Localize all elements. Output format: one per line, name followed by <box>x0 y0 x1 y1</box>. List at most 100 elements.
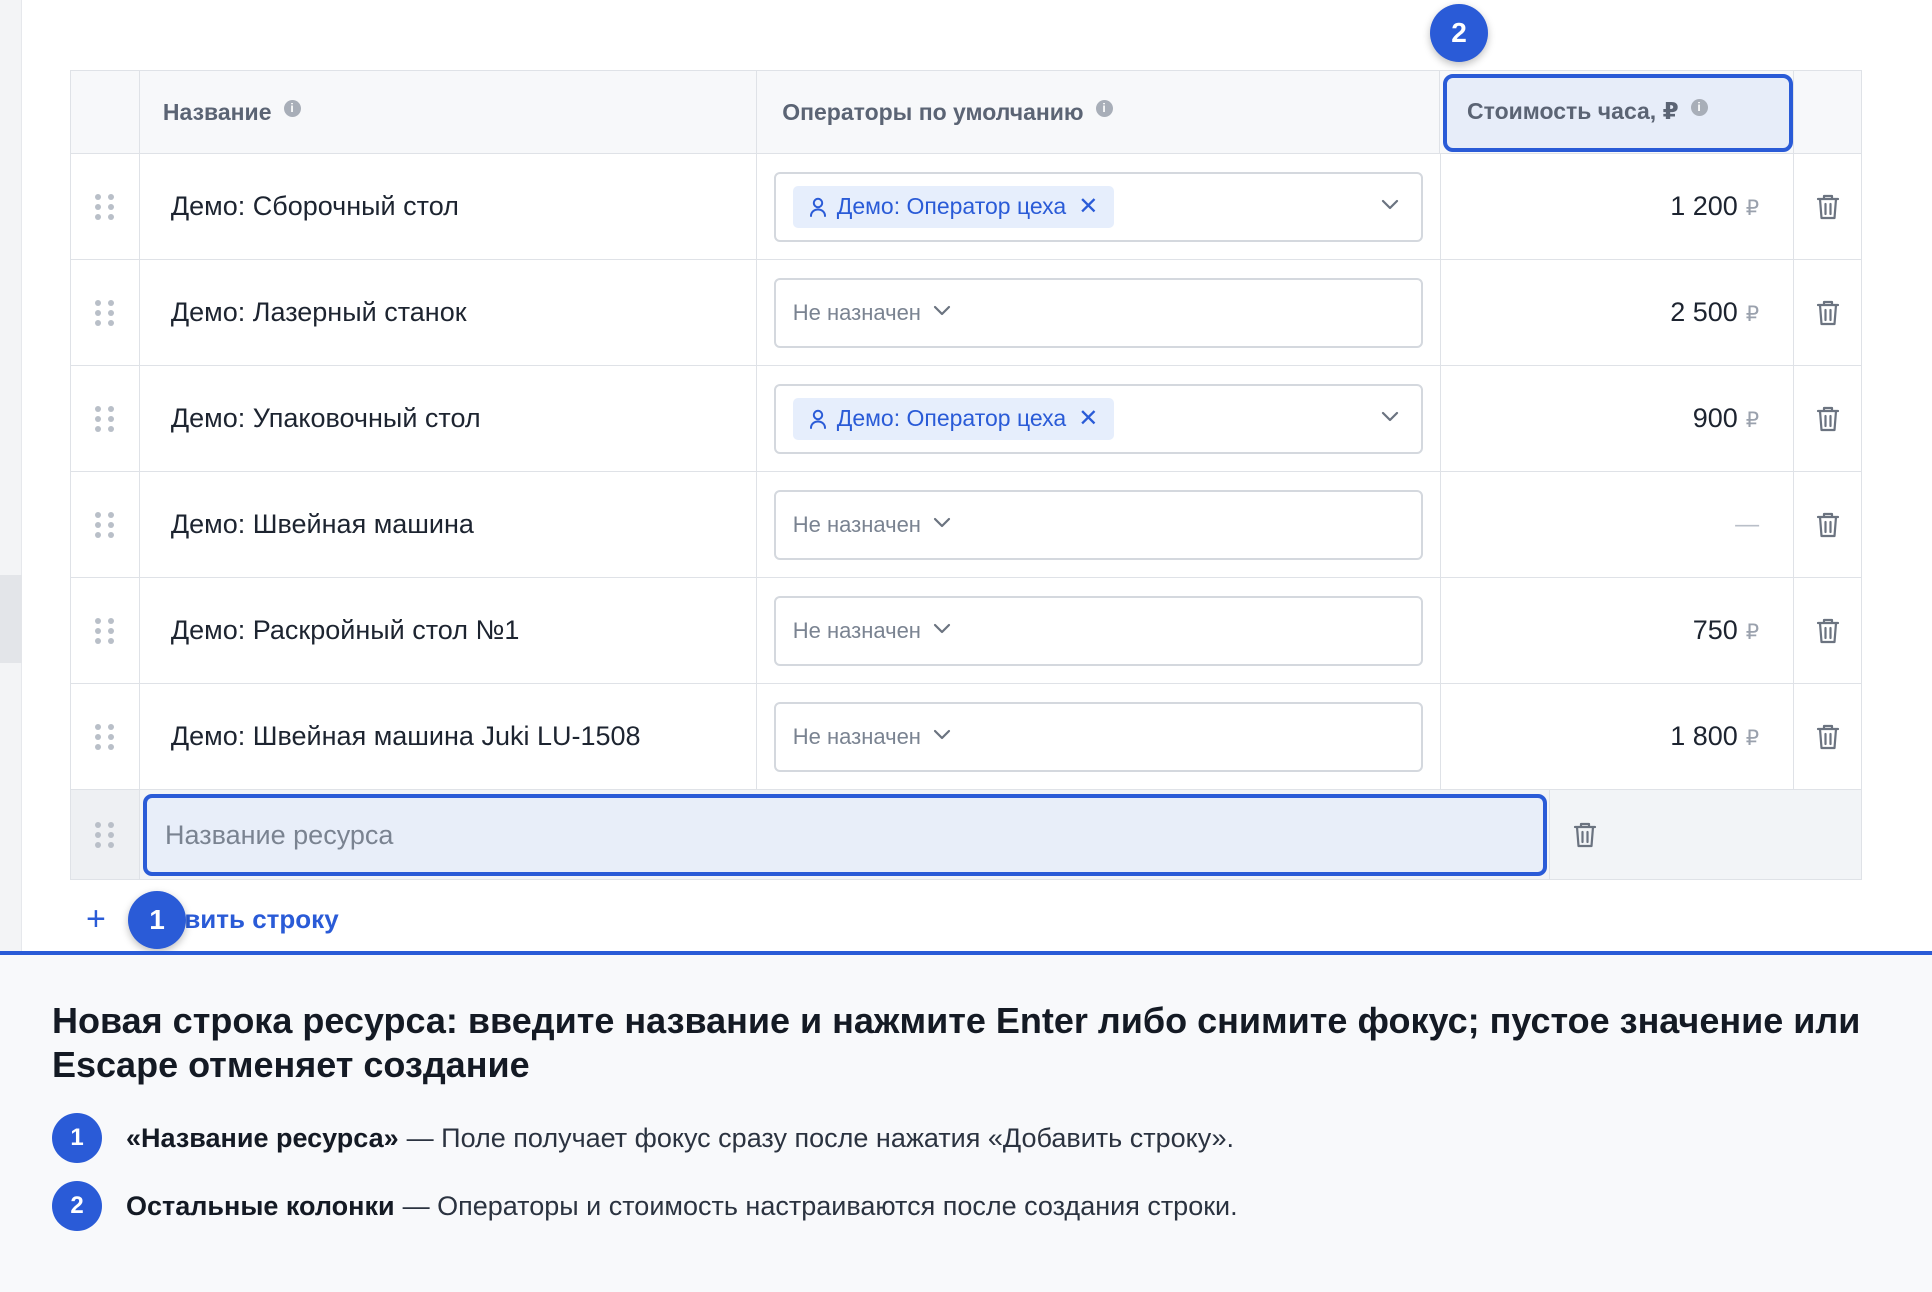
close-icon[interactable]: ✕ <box>1078 404 1098 433</box>
cost-value[interactable]: 1 800 ₽ <box>1670 721 1759 752</box>
select-caret[interactable] <box>1381 198 1399 216</box>
drag-handle[interactable] <box>71 790 140 879</box>
info-icon[interactable]: i <box>1095 99 1113 117</box>
add-row-label: авить строку <box>169 904 339 934</box>
drag-handle[interactable] <box>71 260 140 365</box>
operator-placeholder: Не назначен <box>792 511 921 537</box>
scroll-marker <box>0 575 22 663</box>
operator-select[interactable]: Демо: Оператор цеха ✕ <box>773 383 1423 454</box>
drag-handle-icon <box>95 821 115 848</box>
add-row-button[interactable]: + авить строку <box>86 900 339 939</box>
new-name-field[interactable] <box>143 794 1547 876</box>
cost-cell[interactable]: 1 800 ₽ <box>1441 684 1795 789</box>
cost-value[interactable]: 1 200 ₽ <box>1670 191 1759 222</box>
header-operators-label: Операторы по умолчанию <box>782 98 1084 125</box>
hint-note: 2 Остальные колонки — Операторы и стоимо… <box>52 1181 1238 1231</box>
header-operators: Операторы по умолчанию i <box>757 71 1441 153</box>
drag-handle[interactable] <box>71 366 140 471</box>
name-cell[interactable]: Демо: Лазерный станок <box>140 260 757 365</box>
cost-amount: 750 <box>1692 615 1738 645</box>
operator-select[interactable]: Демо: Оператор цеха ✕ <box>773 171 1423 242</box>
drag-handle[interactable] <box>71 472 140 577</box>
resource-name: Демо: Раскройный стол №1 <box>170 615 520 645</box>
currency-sign: ₽ <box>1745 727 1760 750</box>
delete-button[interactable] <box>1794 154 1861 259</box>
cost-value[interactable]: 750 ₽ <box>1693 615 1759 646</box>
cost-cell[interactable]: 2 500 ₽ <box>1441 260 1795 365</box>
table-row: Демо: Упаковочный стол Демо: Оператор цех… <box>71 366 1861 472</box>
table-row: Демо: Лазерный станок Не назначен 2 500 ₽ <box>71 260 1861 366</box>
name-cell[interactable]: Демо: Раскройный стол №1 <box>140 578 757 683</box>
cost-amount: 2 500 <box>1670 297 1738 327</box>
info-icon[interactable]: i <box>1690 99 1708 116</box>
name-cell[interactable]: Демо: Швейная машина Juki LU-1508 <box>140 684 757 789</box>
drag-handle-icon <box>94 511 115 538</box>
operator-chip: Демо: Оператор цеха ✕ <box>792 397 1115 440</box>
operators-cell: Демо: Оператор цеха ✕ <box>757 366 1441 471</box>
operators-cell: Демо: Оператор цеха ✕ <box>757 154 1441 259</box>
operator-select[interactable]: Не назначен <box>773 277 1423 348</box>
trash-icon <box>1816 300 1839 325</box>
note-term: «Название ресурса» <box>126 1122 399 1153</box>
plus-icon: + <box>86 900 106 938</box>
note-term: Остальные колонки <box>126 1190 395 1221</box>
name-cell[interactable]: Демо: Сборочный стол <box>140 154 757 259</box>
drag-handle-icon <box>94 405 115 432</box>
drag-handle-icon <box>94 723 115 750</box>
header-cost-label: Стоимость часа, ₽ <box>1467 98 1679 124</box>
select-caret <box>933 304 951 322</box>
trash-icon <box>1816 512 1839 537</box>
trash-icon <box>1573 822 1597 847</box>
cost-empty[interactable]: — <box>1735 511 1759 539</box>
table-row: Демо: Швейная машина Juki LU-1508 Не назн… <box>71 684 1861 790</box>
name-cell[interactable]: Демо: Упаковочный стол <box>140 366 757 471</box>
chevron-down-icon <box>933 517 951 527</box>
drag-handle[interactable] <box>71 578 140 683</box>
operator-select[interactable]: Не назначен <box>773 701 1423 772</box>
cost-cell[interactable]: 750 ₽ <box>1441 578 1795 683</box>
delete-button[interactable] <box>1794 366 1861 471</box>
delete-button[interactable] <box>1550 790 1620 879</box>
drag-handle-icon <box>94 193 115 220</box>
operator-select[interactable]: Не назначен <box>773 489 1423 560</box>
new-resource-row <box>71 790 1861 880</box>
operator-chip-label: Демо: Оператор цеха <box>836 193 1067 219</box>
user-icon <box>809 197 826 217</box>
resource-name-input[interactable] <box>165 819 1543 851</box>
currency-sign: ₽ <box>1745 197 1760 220</box>
trash-icon <box>1816 194 1839 219</box>
cost-value[interactable]: 2 500 ₽ <box>1670 297 1759 328</box>
operators-cell: Не назначен <box>757 578 1441 683</box>
resources-table: Название i Операторы по умолчанию i Демо… <box>70 70 1862 880</box>
header-cost-label-wrap: Стоимость часа, ₽ i <box>1467 98 1708 125</box>
select-caret[interactable] <box>1381 410 1399 428</box>
delete-button[interactable] <box>1794 260 1861 365</box>
operators-cell: Не назначен <box>757 472 1441 577</box>
cost-amount: 1 200 <box>1670 191 1738 221</box>
operator-placeholder: Не назначен <box>792 617 921 643</box>
cost-amount: 1 800 <box>1670 721 1738 751</box>
hint-panel: Новая строка ресурса: введите название и… <box>0 951 1932 1292</box>
callout-badge-1: 1 <box>128 891 186 949</box>
drag-handle[interactable] <box>71 684 140 789</box>
operators-cell: Не назначен <box>757 684 1441 789</box>
select-caret <box>933 728 951 746</box>
select-caret <box>933 516 951 534</box>
chevron-down-icon <box>933 305 951 315</box>
cost-cell[interactable]: 1 200 ₽ <box>1441 154 1795 259</box>
close-icon[interactable]: ✕ <box>1078 192 1098 221</box>
cost-cell[interactable]: 900 ₽ <box>1441 366 1795 471</box>
delete-button[interactable] <box>1794 684 1861 789</box>
drag-handle[interactable] <box>71 154 140 259</box>
info-icon[interactable]: i <box>283 99 301 117</box>
cost-cell[interactable]: — <box>1441 472 1795 577</box>
name-cell[interactable]: Демо: Швейная машина <box>140 472 757 577</box>
delete-button[interactable] <box>1794 578 1861 683</box>
resource-name: Демо: Швейная машина <box>170 509 474 539</box>
delete-button[interactable] <box>1794 472 1861 577</box>
cost-value[interactable]: 900 ₽ <box>1693 403 1759 434</box>
operator-select[interactable]: Не назначен <box>773 595 1423 666</box>
note-text: — Операторы и стоимость настраиваются по… <box>402 1190 1238 1221</box>
user-icon <box>809 409 826 429</box>
chevron-down-icon <box>933 729 951 739</box>
